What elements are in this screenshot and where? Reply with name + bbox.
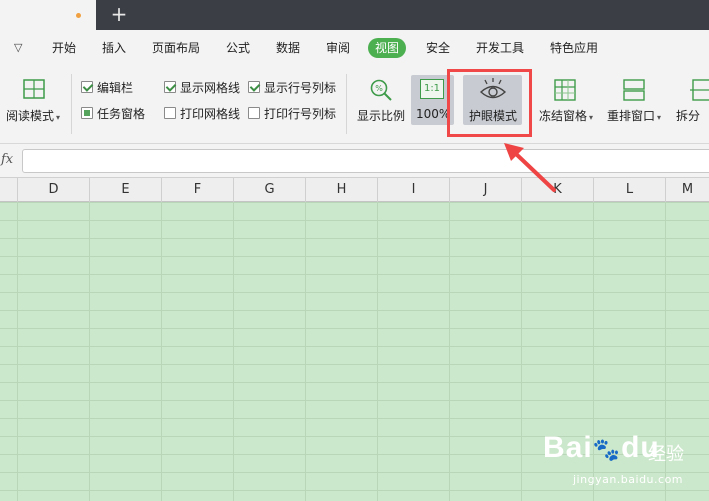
column-header-m[interactable]: M	[665, 178, 709, 202]
menu-item-page-layout[interactable]: 页面布局	[152, 39, 200, 57]
divider	[346, 74, 347, 134]
zoom-100-label: 100%	[416, 107, 451, 121]
menu-item-review[interactable]: 审阅	[326, 39, 350, 57]
column-header-g[interactable]: G	[233, 178, 305, 202]
plus-icon[interactable]: +	[110, 2, 128, 26]
one-to-one-icon: 1:1	[420, 79, 444, 99]
read-mode-button[interactable]: 阅读模式 ▾	[6, 107, 60, 124]
column-header-i[interactable]: I	[377, 178, 449, 202]
read-mode-label: 阅读模式	[6, 109, 55, 123]
column-header-f[interactable]: F	[161, 178, 233, 202]
zoom-button-label[interactable]: 显示比例	[357, 107, 405, 124]
menu-item-formulas[interactable]: 公式	[226, 39, 250, 57]
menu-item-data[interactable]: 数据	[276, 39, 300, 57]
unsaved-dot-icon	[76, 13, 81, 18]
show-headings-checkbox[interactable]	[248, 81, 260, 93]
annotation-arrow-icon	[504, 143, 556, 192]
paw-icon: 🐾	[592, 437, 622, 462]
task-pane-checkbox[interactable]	[81, 107, 93, 119]
column-header-d[interactable]: D	[17, 178, 89, 202]
caret-down-icon: ▾	[657, 113, 662, 122]
watermark-url: jingyan.baidu.com	[573, 473, 684, 486]
show-gridlines-checkbox[interactable]	[164, 81, 176, 93]
edit-bar-label: 编辑栏	[97, 81, 134, 95]
task-pane-label: 任务窗格	[97, 107, 146, 121]
caret-down-icon: ▾	[56, 113, 61, 122]
print-headings-checkbox[interactable]	[248, 107, 260, 119]
chevron-down-icon[interactable]: ▽	[14, 39, 22, 57]
freeze-panes-label: 冻结窗格	[539, 109, 588, 123]
formula-input[interactable]	[22, 149, 709, 173]
menu-item-home[interactable]: 开始	[52, 39, 76, 57]
show-gridlines-label: 显示网格线	[180, 81, 241, 95]
arrange-windows-icon[interactable]	[623, 79, 645, 101]
watermark-suffix: 经验	[648, 444, 684, 465]
menu-bar: ▽ 开始 插入 页面布局 公式 数据 审阅 视图 安全 开发工具 特色应用	[0, 30, 709, 66]
column-header-l[interactable]: L	[593, 178, 665, 202]
freeze-panes-button[interactable]: 冻结窗格 ▾	[539, 107, 593, 124]
document-tab[interactable]	[0, 0, 96, 30]
arrange-windows-button[interactable]: 重排窗口 ▾	[607, 107, 661, 124]
print-gridlines-label: 打印网格线	[180, 107, 241, 121]
arrange-windows-label: 重排窗口	[607, 109, 656, 123]
split-window-label[interactable]: 拆分	[676, 107, 700, 124]
highlight-box	[447, 69, 532, 137]
menu-item-special[interactable]: 特色应用	[550, 39, 598, 57]
split-window-icon[interactable]	[690, 79, 709, 101]
show-headings-label: 显示行号列标	[264, 81, 337, 95]
freeze-panes-icon[interactable]	[554, 79, 576, 101]
divider	[71, 74, 72, 134]
title-bar: +	[0, 0, 709, 30]
column-header-e[interactable]: E	[89, 178, 161, 202]
print-headings-label: 打印行号列标	[264, 107, 337, 121]
formula-bar: fx	[0, 144, 709, 178]
caret-down-icon: ▾	[589, 113, 594, 122]
watermark-brand-start: Bai	[543, 431, 593, 464]
menu-item-view[interactable]: 视图	[368, 38, 407, 58]
zoom-icon[interactable]: %	[369, 78, 393, 102]
column-header-h[interactable]: H	[305, 178, 377, 202]
baidu-jingyan-watermark: Bai🐾du 经验 jingyan.baidu.com	[543, 423, 709, 498]
fx-icon[interactable]: fx	[1, 152, 13, 167]
print-gridlines-checkbox[interactable]	[164, 107, 176, 119]
menu-item-security[interactable]: 安全	[426, 39, 450, 57]
read-mode-icon[interactable]	[22, 78, 46, 100]
edit-bar-checkbox[interactable]	[81, 81, 93, 93]
watermark-brand: Bai🐾du	[543, 431, 660, 465]
column-header: D E F G H I J K L M	[0, 178, 709, 202]
menu-item-insert[interactable]: 插入	[102, 39, 126, 57]
menu-item-developer[interactable]: 开发工具	[476, 39, 524, 57]
svg-text:%: %	[375, 84, 383, 93]
